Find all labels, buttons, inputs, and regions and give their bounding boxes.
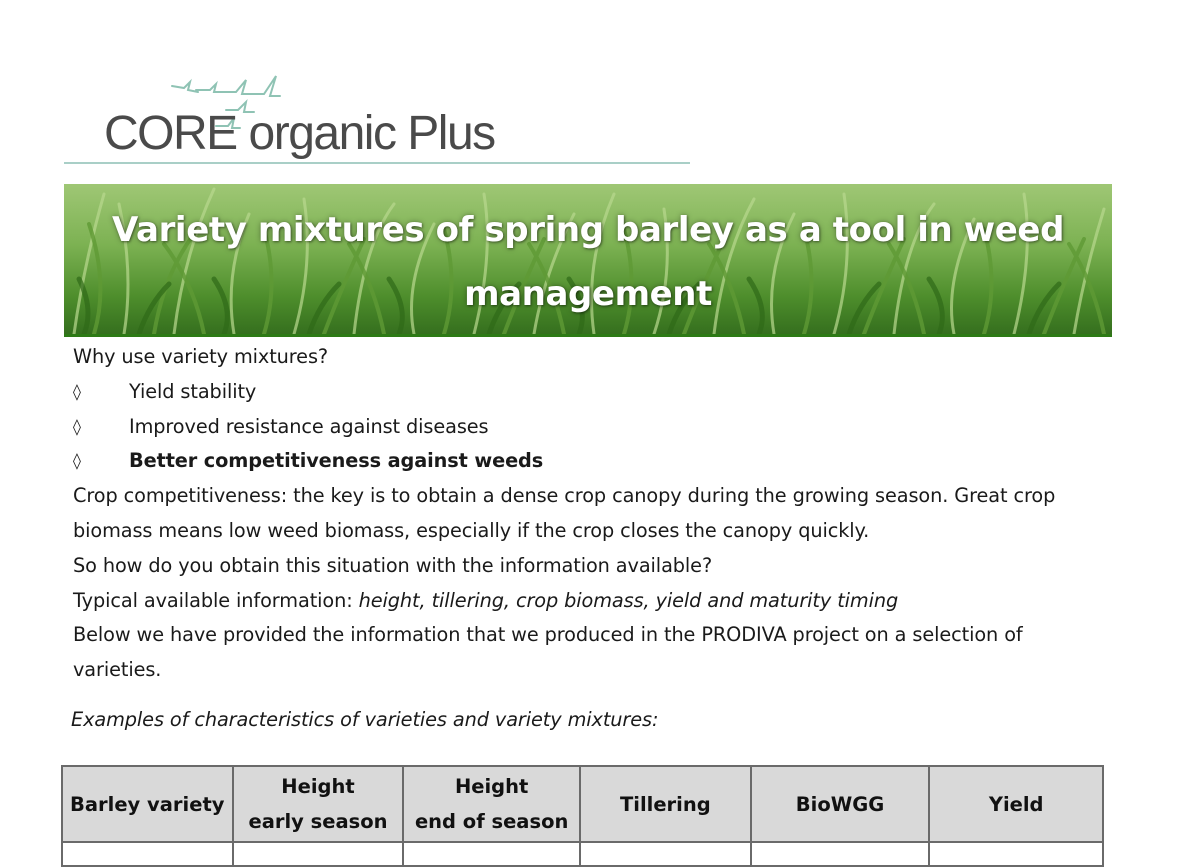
logo-underline xyxy=(64,162,690,164)
bullet-text: Better competitiveness against weeds xyxy=(129,449,544,473)
header-barley-variety: Barley variety xyxy=(61,765,234,843)
intro-question: Why use variety mixtures? xyxy=(73,345,329,368)
table-caption: Examples of characteristics of varieties… xyxy=(71,708,659,731)
available-info-list: height, tillering, crop biomass, yield a… xyxy=(358,588,899,612)
paragraph-competitiveness: Crop competitiveness: the key is to obta… xyxy=(73,484,1056,542)
available-info-label: Typical available information: xyxy=(73,588,359,612)
table-cell xyxy=(578,841,752,867)
variety-table: Barley variety Height early season Height… xyxy=(61,765,1104,867)
table-cell xyxy=(402,841,581,867)
bullet-item: ◊ Yield stability xyxy=(73,375,1113,410)
table-cell xyxy=(61,841,234,867)
diamond-bullet-icon: ◊ xyxy=(73,451,81,471)
header-biowgg: BioWGG xyxy=(749,765,931,843)
table-header-row: Barley variety Height early season Height… xyxy=(61,765,1104,843)
bullet-text: Improved resistance against diseases xyxy=(129,414,489,438)
table-cell xyxy=(749,841,931,867)
diamond-bullet-icon: ◊ xyxy=(73,416,81,436)
bullet-item: ◊ Better competitiveness against weeds xyxy=(73,444,1113,479)
paragraph-question: So how do you obtain this situation with… xyxy=(73,553,713,577)
page-title: Variety mixtures of spring barley as a t… xyxy=(111,210,1065,314)
core-organic-logo: CORE organic Plus xyxy=(64,70,690,170)
logo-text: CORE organic Plus xyxy=(104,107,496,160)
header-height-end: Height end of season xyxy=(402,765,581,843)
intro-section: Why use variety mixtures? ◊ Yield stabil… xyxy=(73,340,1113,688)
table-cell xyxy=(928,841,1104,867)
bullet-text: Yield stability xyxy=(129,379,257,403)
paragraph-prodiva: Below we have provided the information t… xyxy=(73,623,1023,682)
diamond-bullet-icon: ◊ xyxy=(73,381,81,401)
header-height-early: Height early season xyxy=(231,765,405,843)
table-row xyxy=(61,841,1104,867)
bullet-item: ◊ Improved resistance against diseases xyxy=(73,410,1113,445)
paragraph-available-info: Typical available information: height, t… xyxy=(73,584,1113,619)
title-banner: Variety mixtures of spring barley as a t… xyxy=(64,184,1112,337)
header-tillering: Tillering xyxy=(578,765,752,843)
table-cell xyxy=(231,841,405,867)
header-yield: Yield xyxy=(928,765,1104,843)
